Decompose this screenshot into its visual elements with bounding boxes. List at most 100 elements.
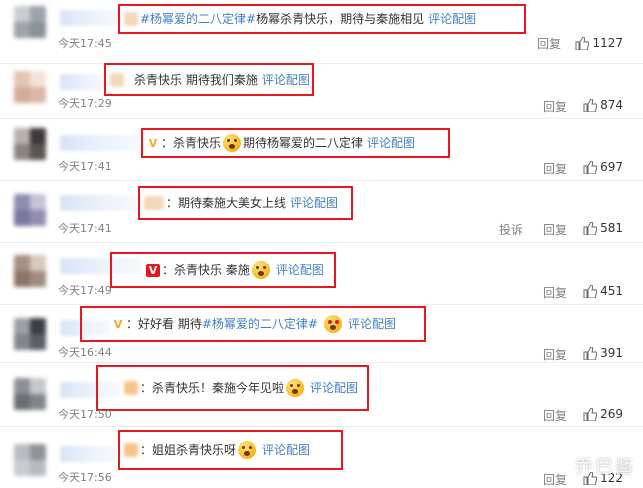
comment-picture-link[interactable]: 评论配图	[262, 443, 310, 457]
like-button[interactable]: 697	[583, 160, 623, 174]
comment-highlight-box: ：期待秦施大美女上线 评论配图	[138, 186, 353, 220]
like-count: 1127	[592, 36, 623, 50]
comment-item: ：姐姐杀青快乐呀 评论配图 今天17:56 回复 122	[0, 426, 643, 487]
avatar[interactable]	[14, 255, 46, 287]
blurred-username[interactable]	[60, 74, 108, 90]
comment-text: 杀青快乐 期待我们秦施	[134, 72, 258, 87]
reply-button[interactable]: 回复	[543, 160, 567, 177]
report-button[interactable]: 投诉	[499, 221, 523, 238]
comment-highlight-box: ：姐姐杀青快乐呀 评论配图	[118, 430, 343, 470]
hashtag-link[interactable]: #杨幂爱的二八定律#	[202, 317, 318, 331]
heart-eyes-emoji-icon	[323, 315, 342, 333]
avatar[interactable]	[14, 378, 46, 410]
scream-emoji-icon	[223, 134, 242, 152]
like-count: 697	[600, 160, 623, 174]
comment-item: V ：杀青快乐 期待杨幂爱的二八定律 评论配图 今天17:41 回复 697	[0, 118, 643, 181]
blurred-badge	[124, 381, 138, 395]
scream-emoji-icon	[286, 379, 305, 397]
avatar[interactable]	[14, 444, 46, 476]
blurred-badge	[124, 12, 138, 26]
avatar[interactable]	[14, 6, 46, 38]
comment-text-continued: 期待杨幂爱的二八定律	[243, 136, 364, 150]
reply-button[interactable]: 回复	[543, 407, 567, 424]
comment-picture-link[interactable]: 评论配图	[290, 196, 338, 210]
thumbs-up-icon	[583, 160, 598, 174]
blurred-badge	[110, 72, 124, 87]
reply-button[interactable]: 回复	[543, 346, 567, 363]
comment-time: 今天17:50	[58, 408, 112, 421]
thumbs-up-icon	[583, 346, 598, 360]
vip-badge: V	[146, 263, 160, 277]
thumbs-up-icon	[583, 98, 598, 112]
thumbs-up-icon	[583, 407, 598, 421]
comment-text: ：杀青快乐	[161, 136, 222, 150]
blurred-username[interactable]	[60, 446, 116, 462]
comment-picture-link[interactable]: 评论配图	[262, 73, 310, 87]
watermark-text: 乔巴酱	[575, 457, 635, 478]
blurred-username[interactable]	[60, 195, 140, 211]
comment-time: 今天17:45	[58, 37, 112, 50]
comment-text: ：杀青快乐！秦施今年见啦	[140, 381, 285, 395]
avatar[interactable]	[14, 71, 46, 103]
like-button[interactable]: 581	[583, 221, 623, 235]
thumbs-up-icon	[583, 221, 598, 235]
vip-badge: V	[148, 136, 158, 150]
like-count: 269	[600, 407, 623, 421]
thumbs-up-icon	[575, 36, 590, 50]
avatar[interactable]	[14, 128, 46, 160]
comment-highlight-box: ：杀青快乐！秦施今年见啦 评论配图	[96, 365, 369, 411]
comment-picture-link[interactable]: 评论配图	[276, 263, 324, 277]
vip-badge: V	[113, 317, 123, 331]
reply-button[interactable]: 回复	[543, 471, 567, 488]
comment-highlight-box: V ：好好看 期待 #杨幂爱的二八定律# 评论配图	[80, 306, 426, 342]
comment-time: 今天17:56	[58, 471, 112, 484]
comment-highlight-box: V ：杀青快乐 秦施 评论配图	[110, 252, 336, 288]
avatar[interactable]	[14, 318, 46, 350]
comment-text: ：姐姐杀青快乐呀	[140, 443, 237, 457]
comment-highlight-box: 杀青快乐 期待我们秦施 评论配图	[104, 63, 314, 96]
like-button[interactable]: 269	[583, 407, 623, 421]
reply-button[interactable]: 回复	[543, 98, 567, 115]
scream-emoji-icon	[238, 441, 257, 459]
comment-item: ：杀青快乐！秦施今年见啦 评论配图 今天17:50 回复 269	[0, 362, 643, 427]
comment-time: 今天17:41	[58, 222, 112, 235]
avatar[interactable]	[14, 194, 46, 226]
blurred-badge	[144, 196, 164, 210]
like-count: 874	[600, 98, 623, 112]
comment-time: 今天17:49	[58, 284, 112, 297]
like-button[interactable]: 874	[583, 98, 623, 112]
comment-item: V ：好好看 期待 #杨幂爱的二八定律# 评论配图 今天16:44 回复 391	[0, 304, 643, 363]
comment-item: #杨幂爱的二八定律# 杨幂杀青快乐，期待与秦施相见 评论配图 今天17:45 回…	[0, 0, 643, 64]
like-button[interactable]: 391	[583, 346, 623, 360]
reply-button[interactable]: 回复	[537, 35, 561, 52]
comment-text: ：杀青快乐 秦施	[162, 263, 250, 277]
smile-emoji-icon	[251, 261, 270, 279]
comment-time: 今天16:44	[58, 346, 112, 359]
like-count: 451	[600, 284, 623, 298]
like-button[interactable]: 451	[583, 284, 623, 298]
comment-text: 杨幂杀青快乐，期待与秦施相见	[256, 12, 425, 26]
blurred-username[interactable]	[60, 135, 142, 151]
comment-time: 今天17:41	[58, 160, 112, 173]
comment-picture-link[interactable]: 评论配图	[348, 317, 396, 331]
comment-item: ：期待秦施大美女上线 评论配图 今天17:41 投诉 回复 581	[0, 180, 643, 243]
blurred-username[interactable]	[60, 10, 120, 26]
like-button[interactable]: 1127	[575, 36, 623, 50]
reply-button[interactable]: 回复	[543, 221, 567, 238]
comment-highlight-box: V ：杀青快乐 期待杨幂爱的二八定律 评论配图	[141, 128, 450, 158]
like-count: 391	[600, 346, 623, 360]
comment-text: ：好好看 期待	[126, 317, 202, 331]
like-count: 581	[600, 221, 623, 235]
hashtag-link[interactable]: #杨幂爱的二八定律#	[140, 12, 256, 26]
comment-time: 今天17:29	[58, 97, 112, 110]
comment-picture-link[interactable]: 评论配图	[310, 381, 358, 395]
blurred-badge	[124, 443, 138, 457]
comment-picture-link[interactable]: 评论配图	[428, 12, 476, 26]
thumbs-up-icon	[583, 284, 598, 298]
comment-text: ：期待秦施大美女上线	[166, 196, 287, 210]
comment-highlight-box: #杨幂爱的二八定律# 杨幂杀青快乐，期待与秦施相见 评论配图	[118, 4, 526, 34]
comment-item: 杀青快乐 期待我们秦施 评论配图 今天17:29 回复 874	[0, 63, 643, 119]
comment-item: V ：杀青快乐 秦施 评论配图 今天17:49 回复 451	[0, 242, 643, 305]
comment-picture-link[interactable]: 评论配图	[367, 136, 415, 150]
reply-button[interactable]: 回复	[543, 284, 567, 301]
